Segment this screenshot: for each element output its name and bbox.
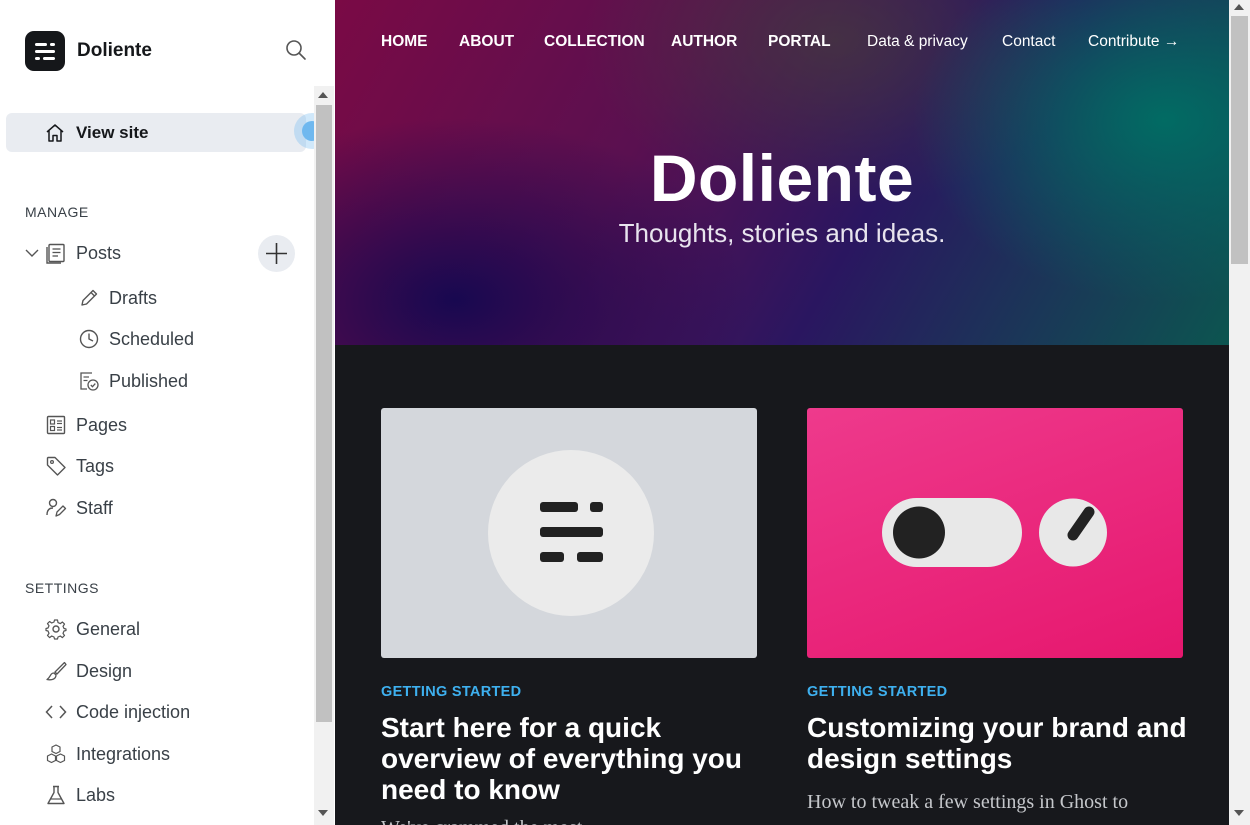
tag-icon bbox=[46, 456, 66, 476]
nav-collection[interactable]: COLLECTION bbox=[544, 33, 645, 51]
scroll-up-arrow-icon[interactable] bbox=[318, 92, 328, 98]
code-icon bbox=[45, 705, 67, 719]
nav-data-privacy[interactable]: Data & privacy bbox=[867, 33, 968, 51]
page-scroll-down-arrow-icon[interactable] bbox=[1234, 810, 1244, 816]
admin-sidebar: Doliente View site MANAGE Posts Drafts S… bbox=[0, 0, 314, 825]
site-title: Doliente bbox=[649, 141, 915, 215]
plus-icon bbox=[266, 243, 287, 264]
sidebar-item-code-injection[interactable]: Code injection bbox=[45, 701, 190, 723]
add-post-button[interactable] bbox=[258, 235, 295, 272]
gear-icon bbox=[45, 619, 67, 640]
nav-contact[interactable]: Contact bbox=[1002, 33, 1055, 51]
chevron-down-icon[interactable] bbox=[24, 247, 40, 259]
sidebar-item-drafts[interactable]: Drafts bbox=[78, 287, 157, 309]
clock-icon bbox=[79, 329, 99, 349]
sidebar-item-label: Pages bbox=[76, 414, 128, 435]
sidebar-item-general[interactable]: General bbox=[45, 618, 140, 640]
sidebar-item-label: Scheduled bbox=[109, 328, 195, 349]
sidebar-item-label: Integrations bbox=[76, 743, 171, 764]
scroll-down-arrow-icon[interactable] bbox=[318, 810, 328, 816]
sidebar-item-label: Drafts bbox=[109, 287, 158, 308]
site-subtitle: Thoughts, stories and ideas. bbox=[618, 218, 946, 248]
nav-home[interactable]: HOME bbox=[381, 33, 428, 51]
search-icon[interactable] bbox=[285, 39, 309, 63]
sidebar-item-label: Posts bbox=[76, 242, 122, 263]
nav-contribute[interactable]: Contribute → bbox=[1088, 33, 1179, 51]
ghost-logo-icon bbox=[488, 450, 654, 616]
post-card-excerpt: We've crammed the most bbox=[381, 814, 761, 825]
sidebar-item-staff[interactable]: Staff bbox=[45, 497, 113, 519]
sidebar-item-label: Tags bbox=[76, 455, 115, 476]
brand[interactable]: Doliente bbox=[25, 31, 152, 71]
manage-section-label: MANAGE bbox=[25, 204, 89, 220]
toggle-dial-icon bbox=[882, 498, 1107, 567]
settings-section-label: SETTINGS bbox=[25, 580, 100, 596]
sidebar-item-label: Design bbox=[76, 660, 133, 681]
brush-icon bbox=[46, 661, 67, 681]
post-card-image[interactable] bbox=[807, 408, 1183, 658]
sidebar-item-label: Code injection bbox=[76, 701, 191, 722]
sidebar-item-label: Staff bbox=[76, 497, 113, 518]
pages-icon bbox=[46, 415, 66, 435]
flask-icon bbox=[47, 785, 65, 805]
post-card-excerpt: How to tweak a few settings in Ghost to bbox=[807, 791, 1129, 813]
post-card-title[interactable]: Customizing your brand and design settin… bbox=[807, 712, 1187, 774]
sidebar-item-integrations[interactable]: Integrations bbox=[45, 743, 170, 765]
post-card-image[interactable] bbox=[381, 408, 757, 658]
sidebar-item-tags[interactable]: Tags bbox=[45, 455, 114, 477]
site-preview: HOME ABOUT COLLECTION AUTHOR PORTAL Data… bbox=[335, 0, 1229, 825]
sidebar-item-labs[interactable]: Labs bbox=[45, 784, 115, 806]
post-card-tag[interactable]: GETTING STARTED bbox=[807, 684, 947, 700]
post-card-tag[interactable]: GETTING STARTED bbox=[381, 684, 521, 700]
sidebar-item-design[interactable]: Design bbox=[45, 660, 132, 682]
nav-portal[interactable]: PORTAL bbox=[768, 33, 831, 51]
page-scrollbar-thumb[interactable] bbox=[1231, 16, 1248, 264]
sidebar-item-posts[interactable]: Posts bbox=[45, 242, 121, 264]
published-icon bbox=[80, 372, 99, 391]
sidebar-item-label: General bbox=[76, 618, 141, 639]
nav-about[interactable]: ABOUT bbox=[459, 33, 514, 51]
sidebar-item-pages[interactable]: Pages bbox=[45, 414, 127, 436]
view-site-label: View site bbox=[76, 123, 149, 142]
sidebar-item-published[interactable]: Published bbox=[78, 370, 188, 392]
sidebar-scrollbar-thumb[interactable] bbox=[316, 105, 332, 722]
staff-icon bbox=[46, 498, 67, 517]
brand-name: Doliente bbox=[77, 40, 152, 61]
integrations-icon bbox=[46, 744, 66, 764]
sidebar-item-label: Published bbox=[109, 370, 189, 391]
post-card-title[interactable]: Start here for a quick overview of every… bbox=[381, 712, 761, 805]
view-site-link[interactable]: View site bbox=[6, 113, 306, 152]
sidebar-item-label: Labs bbox=[76, 784, 116, 805]
nav-author[interactable]: AUTHOR bbox=[671, 33, 737, 51]
home-icon bbox=[46, 124, 64, 142]
pencil-icon bbox=[81, 289, 98, 306]
posts-icon bbox=[46, 243, 65, 264]
page-scroll-up-arrow-icon[interactable] bbox=[1234, 4, 1244, 10]
sidebar-item-scheduled[interactable]: Scheduled bbox=[78, 328, 194, 350]
brand-logo-icon bbox=[25, 31, 65, 71]
